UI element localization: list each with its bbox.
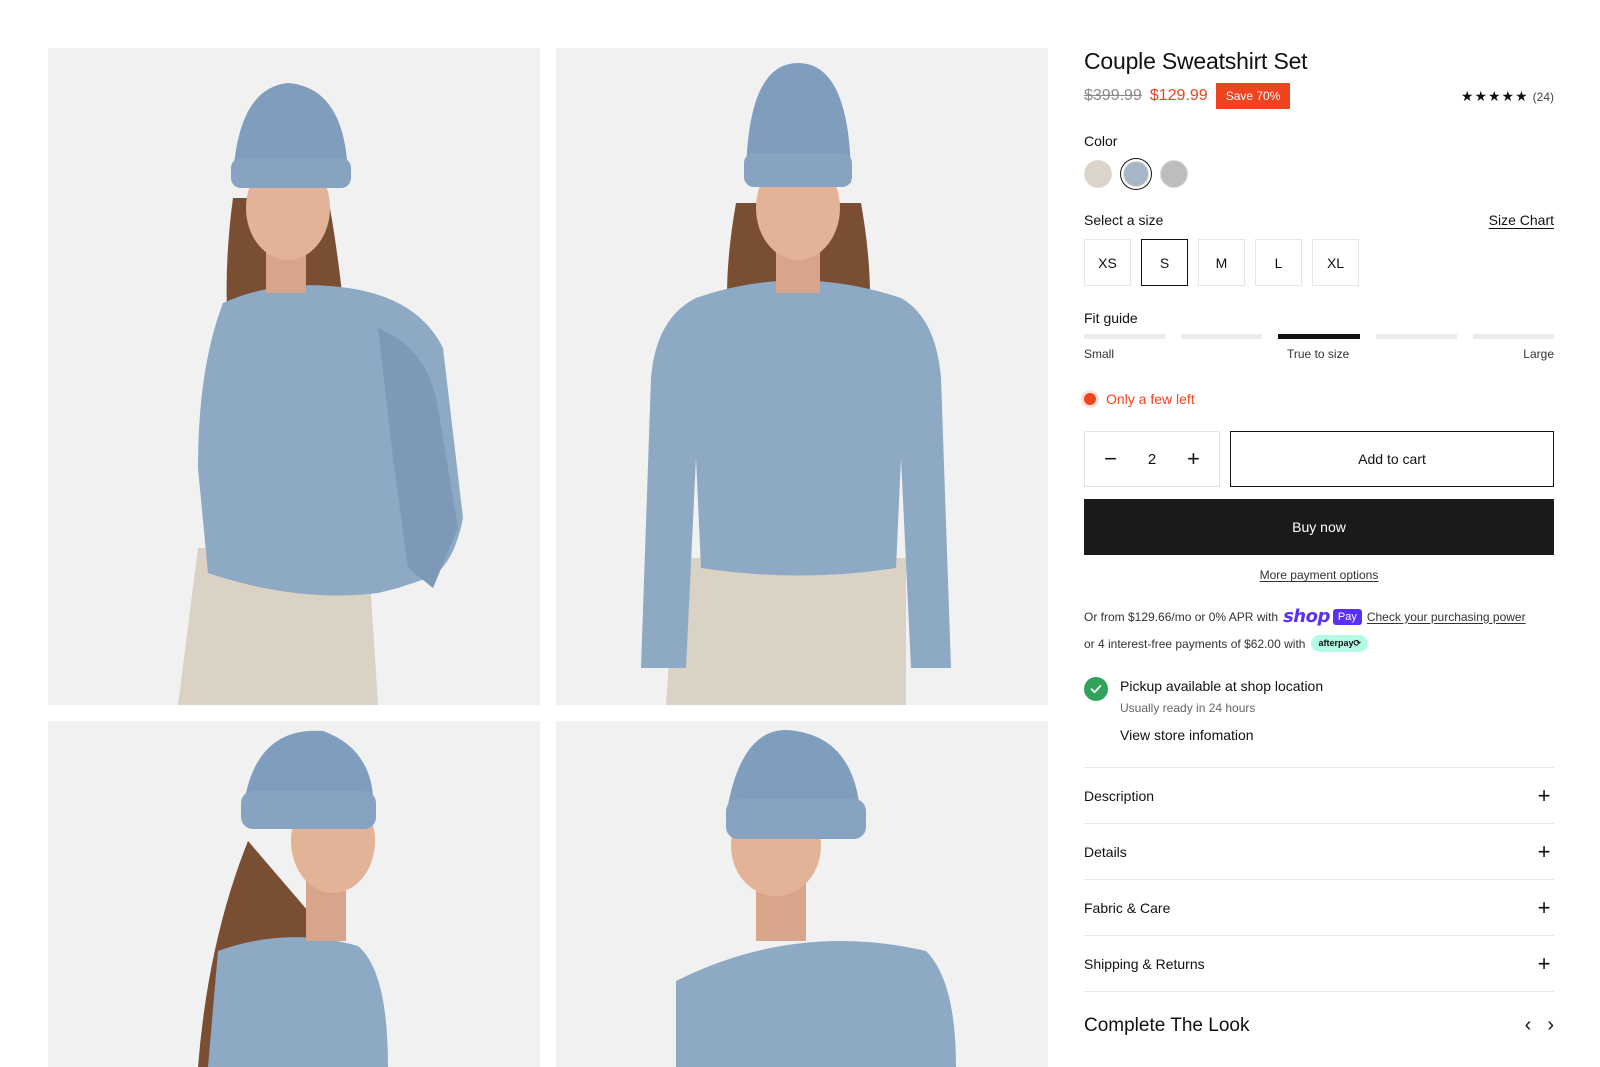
color-swatch-grey[interactable] — [1160, 160, 1188, 188]
accordion-fabric-care[interactable]: Fabric & Care + — [1084, 879, 1554, 935]
size-option-s[interactable]: S — [1141, 239, 1188, 286]
quantity-stepper: − 2 + — [1084, 431, 1220, 487]
fit-segment — [1278, 334, 1360, 339]
shoppay-text: Or from $129.66/mo or 0% APR with — [1084, 609, 1279, 624]
afterpay-text: or 4 interest-free payments of $62.00 wi… — [1084, 636, 1306, 651]
fit-label-small: Small — [1084, 347, 1115, 361]
complete-the-look-header: Complete The Look ‹ › — [1084, 991, 1554, 1037]
fit-scale-labels: Small True to size Large — [1084, 347, 1554, 363]
product-image-2[interactable] — [556, 48, 1048, 705]
product-title: Couple Sweatshirt Set — [1084, 48, 1308, 74]
accordion-label: Fabric & Care — [1084, 899, 1171, 916]
stock-text: Only a few left — [1106, 391, 1195, 407]
fit-label-large: Large — [1523, 347, 1554, 361]
pickup-text: Pickup available at shop location Usuall… — [1120, 677, 1323, 743]
color-label: Color — [1084, 133, 1118, 149]
pickup-subtitle: Usually ready in 24 hours — [1120, 701, 1256, 715]
pickup-title: Pickup available at shop location — [1120, 678, 1324, 694]
low-stock-dot-icon — [1084, 393, 1096, 405]
product-rating[interactable]: ★★★★★ (24) — [1461, 88, 1554, 105]
check-circle-icon — [1084, 677, 1108, 701]
model-photo-angled — [48, 48, 540, 705]
star-rating-icon: ★★★★★ — [1460, 88, 1529, 104]
product-image-1[interactable] — [48, 48, 540, 705]
add-to-cart-button[interactable]: Add to cart — [1230, 431, 1554, 487]
fit-guide-label: Fit guide — [1084, 310, 1138, 326]
fit-segment — [1181, 334, 1263, 339]
quantity-increase-button[interactable]: + — [1179, 445, 1207, 473]
carousel-arrows: ‹ › — [1525, 1014, 1554, 1037]
quantity-decrease-button[interactable]: − — [1097, 445, 1125, 473]
shoppay-financing: Or from $129.66/mo or 0% APR with shop P… — [1084, 606, 1554, 627]
size-chart-link[interactable]: Size Chart — [1489, 212, 1554, 228]
plus-icon: + — [1537, 950, 1551, 976]
quantity-value[interactable]: 2 — [1148, 451, 1156, 468]
accordion-label: Details — [1084, 843, 1127, 860]
fit-segment — [1375, 334, 1457, 339]
shop-pay-logo: shop — [1283, 606, 1330, 627]
color-swatch-beige[interactable] — [1084, 160, 1112, 188]
discount-badge: Save 70% — [1215, 83, 1291, 109]
fit-segment — [1472, 334, 1555, 339]
product-image-4[interactable] — [556, 721, 1048, 1067]
size-option-xs[interactable]: XS — [1084, 239, 1131, 286]
plus-icon: + — [1537, 894, 1551, 920]
plus-icon: + — [1537, 838, 1551, 864]
size-option-xl[interactable]: XL — [1312, 239, 1359, 286]
size-option-m[interactable]: M — [1198, 239, 1245, 286]
check-purchasing-power-link[interactable]: Check your purchasing power — [1367, 610, 1526, 624]
pickup-availability: Pickup available at shop location Usuall… — [1084, 677, 1554, 743]
model-photo-back — [556, 721, 1048, 1067]
product-gallery — [48, 48, 1048, 1067]
review-count: (24) — [1532, 89, 1554, 104]
complete-the-look-title: Complete The Look — [1084, 1014, 1250, 1036]
afterpay-financing: or 4 interest-free payments of $62.00 wi… — [1084, 635, 1554, 652]
plus-icon: + — [1537, 782, 1551, 808]
accordion-label: Description — [1084, 787, 1155, 804]
fit-guide-scale — [1084, 334, 1555, 339]
accordion-details[interactable]: Details + — [1084, 823, 1554, 879]
cart-row: − 2 + Add to cart — [1084, 431, 1554, 487]
accordion-label: Shipping & Returns — [1084, 955, 1205, 972]
original-price: $399.99 — [1084, 87, 1142, 104]
fit-segment — [1084, 334, 1166, 339]
view-store-info-link[interactable]: View store infomation — [1120, 727, 1323, 743]
shop-pay-logo-badge: Pay — [1332, 608, 1362, 625]
size-label: Select a size — [1084, 212, 1164, 228]
product-image-3[interactable] — [48, 721, 540, 1067]
model-photo-side — [48, 721, 540, 1067]
product-accordion: Description + Details + Fabric & Care + … — [1084, 767, 1554, 1037]
chevron-left-icon[interactable]: ‹ — [1525, 1014, 1532, 1037]
accordion-shipping-returns[interactable]: Shipping & Returns + — [1084, 935, 1554, 991]
stock-status: Only a few left — [1084, 391, 1554, 407]
size-options: XS S M L XL — [1084, 239, 1554, 286]
buy-now-button[interactable]: Buy now — [1084, 499, 1554, 555]
product-info-panel: Couple Sweatshirt Set $399.99 $129.99 Sa… — [1084, 46, 1555, 1037]
fit-label-true-to-size: True to size — [1287, 347, 1350, 361]
chevron-right-icon[interactable]: › — [1547, 1014, 1554, 1037]
sale-price: $129.99 — [1149, 87, 1208, 104]
size-header: Select a size Size Chart — [1084, 212, 1554, 228]
afterpay-logo[interactable]: afterpay⟳ — [1311, 635, 1369, 652]
color-swatches — [1084, 160, 1554, 188]
accordion-description[interactable]: Description + — [1084, 767, 1554, 823]
size-option-l[interactable]: L — [1255, 239, 1302, 286]
model-photo-front — [556, 48, 1048, 705]
price-row: $399.99 $129.99 Save 70% ★★★★★ (24) — [1084, 82, 1554, 110]
color-swatch-light-blue[interactable] — [1123, 161, 1149, 187]
more-payment-options-link[interactable]: More payment options — [1084, 568, 1554, 582]
